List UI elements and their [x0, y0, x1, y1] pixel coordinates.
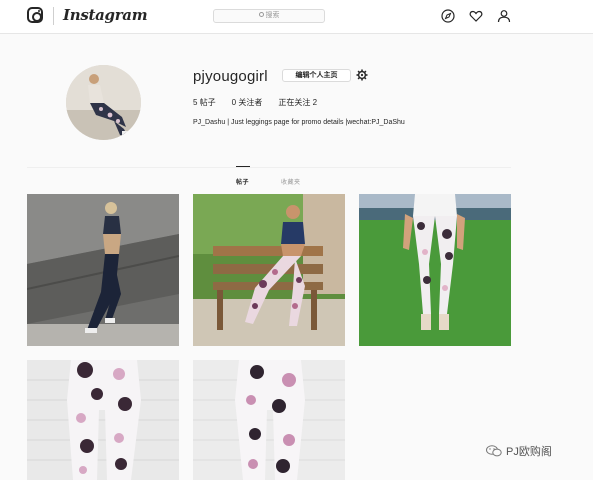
following-count[interactable]: 正在关注 2: [278, 98, 317, 107]
post-image: [193, 194, 345, 346]
heart-icon[interactable]: [469, 9, 483, 23]
tab-posts[interactable]: 帖子: [236, 177, 249, 186]
tab-divider: [27, 167, 511, 168]
gear-icon[interactable]: [356, 69, 368, 81]
post-image: [193, 360, 345, 480]
watermark: PJ欧购阁: [486, 443, 552, 459]
instagram-logo-icon[interactable]: [27, 7, 43, 23]
profile-stats: 5 帖子 0 关注者 正在关注 2: [193, 97, 333, 108]
edit-profile-button[interactable]: 编辑个人主页: [282, 69, 351, 82]
person-icon[interactable]: [497, 9, 511, 23]
post-thumbnail[interactable]: [27, 194, 179, 346]
profile-username: pjyougogirl: [193, 68, 268, 85]
search-icon: [258, 11, 264, 17]
profile-bio: PJ_Dashu | Just leggings page for promo …: [193, 119, 405, 126]
tab-saved[interactable]: 收藏夹: [281, 177, 301, 186]
search-input[interactable]: 搜索: [213, 9, 325, 23]
post-thumbnail[interactable]: [27, 360, 179, 480]
post-thumbnail[interactable]: [193, 194, 345, 346]
watermark-text: PJ欧购阁: [506, 446, 552, 458]
compass-icon[interactable]: [441, 9, 455, 23]
post-image: [27, 360, 179, 480]
instagram-wordmark[interactable]: Instagram: [63, 6, 148, 24]
profile-avatar[interactable]: [66, 65, 141, 140]
logo-divider: [53, 7, 54, 25]
posts-count: 5 帖子: [193, 98, 216, 107]
wechat-icon: [486, 445, 502, 457]
followers-count[interactable]: 0 关注者: [232, 98, 263, 107]
post-image: [359, 194, 511, 346]
post-thumbnail[interactable]: [193, 360, 345, 480]
post-thumbnail[interactable]: [359, 194, 511, 346]
tab-active-indicator: [236, 166, 250, 167]
search-placeholder: 搜索: [265, 12, 280, 19]
top-nav-bar: Instagram 搜索: [0, 0, 593, 34]
post-image: [27, 194, 179, 346]
